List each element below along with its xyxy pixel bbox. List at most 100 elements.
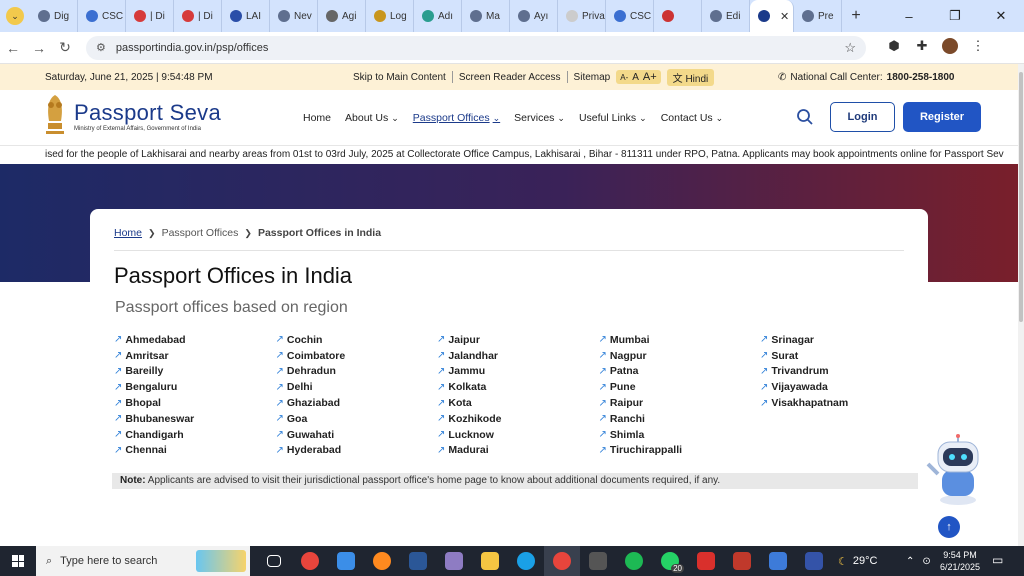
site-info-icon[interactable]: ⚙ — [96, 41, 106, 54]
browser-tab[interactable]: ✕ — [750, 0, 794, 32]
office-link[interactable]: ↗ Visakhapatnam — [760, 395, 922, 411]
office-link[interactable]: ↗ Bhubaneswar — [114, 411, 276, 427]
office-link[interactable]: ↗ Bengaluru — [114, 379, 276, 395]
extension-shield-icon[interactable]: ⬢ — [880, 38, 908, 57]
office-link[interactable]: ↗ Jaipur — [437, 332, 599, 348]
office-link[interactable]: ↗ Dehradun — [276, 364, 438, 380]
taskbar-app-spotify[interactable] — [616, 546, 652, 576]
office-link[interactable]: ↗ Mumbai — [599, 332, 761, 348]
announcement-marquee[interactable]: ised for the people of Lakhisarai and ne… — [0, 146, 1024, 164]
office-link[interactable]: ↗ Kota — [437, 395, 599, 411]
back-icon[interactable]: ← — [0, 40, 26, 56]
office-link[interactable]: ↗ Srinagar — [760, 332, 922, 348]
reload-icon[interactable]: ↻ — [52, 39, 78, 56]
browser-tab[interactable]: CSC — [78, 0, 126, 32]
taskbar-app-whatsapp[interactable]: 20 — [652, 546, 688, 576]
browser-tab[interactable]: | Di — [126, 0, 174, 32]
office-link[interactable]: ↗ Hyderabad — [276, 443, 438, 459]
office-link[interactable]: ↗ Bhopal — [114, 395, 276, 411]
browser-tab[interactable]: Log — [366, 0, 414, 32]
chatbot-robot-icon[interactable] — [924, 434, 988, 508]
hindi-language-button[interactable]: 文 Hindi — [666, 68, 715, 86]
office-link[interactable]: ↗ Chennai — [114, 443, 276, 459]
brand-logo[interactable]: Passport Seva Ministry of External Affai… — [74, 100, 221, 132]
browser-tab[interactable]: Ma — [462, 0, 510, 32]
new-tab-button[interactable]: + — [842, 7, 870, 25]
taskbar-app-chrome-active[interactable] — [544, 546, 580, 576]
register-button[interactable]: Register — [903, 102, 981, 132]
nav-item-about-us[interactable]: About Us ⌄ — [345, 112, 399, 124]
scrollbar-thumb[interactable] — [1019, 72, 1023, 322]
office-link[interactable]: ↗ Kolkata — [437, 379, 599, 395]
profile-avatar[interactable] — [936, 38, 964, 57]
nav-item-contact-us[interactable]: Contact Us ⌄ — [661, 112, 723, 124]
close-tab-icon[interactable]: ✕ — [780, 10, 789, 23]
nav-item-home[interactable]: Home — [303, 112, 331, 124]
office-link[interactable]: ↗ Jammu — [437, 364, 599, 380]
office-link[interactable]: ↗ Delhi — [276, 379, 438, 395]
browser-tab[interactable] — [654, 0, 702, 32]
font-increase-button[interactable]: A+ — [643, 71, 657, 83]
taskbar-search-box[interactable]: ⌕ Type here to search — [36, 546, 250, 576]
network-icon[interactable]: ⊙ — [922, 556, 930, 567]
browser-tab[interactable]: Nev — [270, 0, 318, 32]
breadcrumb-parent[interactable]: Passport Offices — [162, 227, 239, 239]
taskbar-app-word[interactable] — [400, 546, 436, 576]
office-link[interactable]: ↗ Pune — [599, 379, 761, 395]
tab-search-icon[interactable]: ⌄ — [6, 7, 24, 25]
office-link[interactable]: ↗ Guwahati — [276, 427, 438, 443]
taskbar-app-explorer[interactable] — [472, 546, 508, 576]
browser-tab[interactable]: Agi — [318, 0, 366, 32]
office-link[interactable]: ↗ Bareilly — [114, 364, 276, 380]
sitemap-link[interactable]: Sitemap — [574, 72, 611, 83]
scroll-to-top-button[interactable]: ↑ — [938, 516, 960, 538]
taskbar-app-store[interactable] — [328, 546, 364, 576]
browser-tab[interactable]: Edi — [702, 0, 750, 32]
search-icon[interactable] — [796, 108, 814, 126]
office-link[interactable]: ↗ Ahmedabad — [114, 332, 276, 348]
office-link[interactable]: ↗ Cochin — [276, 332, 438, 348]
nav-item-services[interactable]: Services ⌄ — [514, 112, 565, 124]
office-link[interactable]: ↗ Madurai — [437, 443, 599, 459]
taskbar-app-chrome[interactable] — [292, 546, 328, 576]
office-link[interactable]: ↗ Surat — [760, 348, 922, 364]
office-link[interactable]: ↗ Nagpur — [599, 348, 761, 364]
font-decrease-button[interactable]: A- — [620, 73, 628, 82]
office-link[interactable]: ↗ Vijayawada — [760, 379, 922, 395]
browser-tab[interactable]: Adı — [414, 0, 462, 32]
office-link[interactable]: ↗ Raipur — [599, 395, 761, 411]
minimize-icon[interactable]: – — [886, 0, 932, 32]
office-link[interactable]: ↗ Ghaziabad — [276, 395, 438, 411]
skip-to-main-link[interactable]: Skip to Main Content — [353, 72, 446, 83]
taskbar-clock[interactable]: 9:54 PM 6/21/2025 — [940, 549, 980, 573]
office-link[interactable]: ↗ Patna — [599, 364, 761, 380]
taskbar-app-app-shield[interactable] — [760, 546, 796, 576]
office-link[interactable]: ↗ Chandigarh — [114, 427, 276, 443]
taskbar-app-widgets[interactable] — [436, 546, 472, 576]
screen-reader-link[interactable]: Screen Reader Access — [459, 72, 561, 83]
restore-icon[interactable]: ❐ — [932, 0, 978, 32]
login-button[interactable]: Login — [830, 102, 895, 132]
weather-widget[interactable]: ☾ 29°C — [838, 546, 877, 576]
taskbar-app-app-d[interactable] — [580, 546, 616, 576]
browser-tab[interactable]: Privacy — [558, 0, 606, 32]
browser-tab[interactable]: Pre — [794, 0, 842, 32]
office-link[interactable]: ↗ Tiruchirappalli — [599, 443, 761, 459]
taskbar-app-task-view[interactable] — [256, 546, 292, 576]
start-button[interactable] — [0, 555, 36, 567]
extensions-puzzle-icon[interactable]: ✚ — [908, 38, 936, 57]
office-link[interactable]: ↗ Jalandhar — [437, 348, 599, 364]
close-window-icon[interactable]: ✕ — [978, 0, 1024, 32]
bookmark-star-icon[interactable]: ☆ — [844, 40, 856, 56]
breadcrumb-home[interactable]: Home — [114, 227, 142, 239]
taskbar-app-app-blue[interactable] — [796, 546, 832, 576]
office-link[interactable]: ↗ Shimla — [599, 427, 761, 443]
call-number[interactable]: 1800-258-1800 — [887, 72, 955, 83]
browser-tab[interactable]: CSC — [606, 0, 654, 32]
address-bar[interactable]: ⚙ passportindia.gov.in/psp/offices ☆ — [86, 35, 866, 60]
page-scrollbar[interactable] — [1018, 64, 1024, 546]
nav-item-useful-links[interactable]: Useful Links ⌄ — [579, 112, 647, 124]
browser-tab[interactable]: Dig — [30, 0, 78, 32]
font-reset-button[interactable]: A — [632, 72, 639, 83]
taskbar-app-firefox[interactable] — [364, 546, 400, 576]
